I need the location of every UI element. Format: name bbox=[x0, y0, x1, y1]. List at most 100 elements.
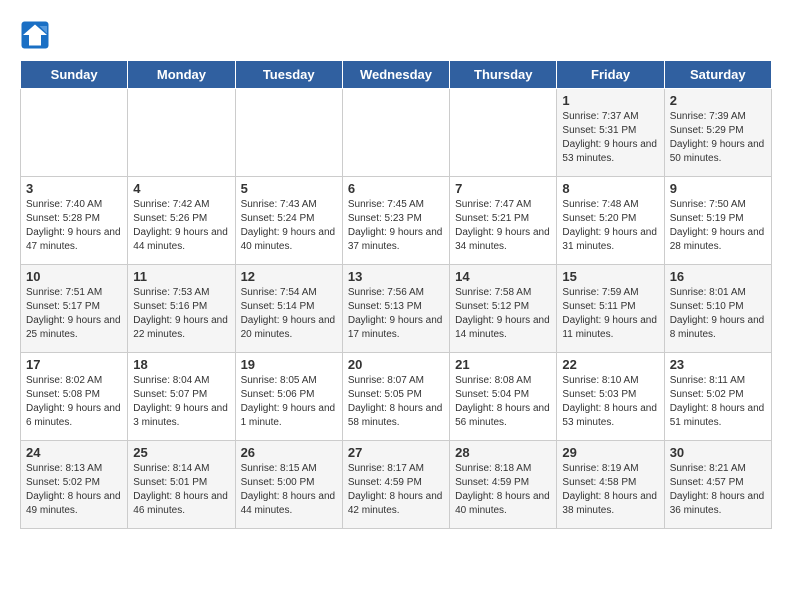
day-info: Sunrise: 7:48 AM Sunset: 5:20 PM Dayligh… bbox=[562, 198, 658, 254]
day-number: 15 bbox=[562, 269, 658, 284]
week-row-3: 10Sunrise: 7:51 AM Sunset: 5:17 PM Dayli… bbox=[21, 265, 772, 353]
day-number: 27 bbox=[348, 445, 444, 460]
header-day-wednesday: Wednesday bbox=[342, 61, 449, 89]
day-cell: 3 Sunrise: 7:40 AM Sunset: 5:28 PM Daylig… bbox=[21, 177, 128, 265]
day-cell: 29 Sunrise: 8:19 AM Sunset: 4:58 PM Dayli… bbox=[557, 441, 664, 529]
day-number: 16 bbox=[670, 269, 766, 284]
day-info: Sunrise: 8:04 AM Sunset: 5:07 PM Dayligh… bbox=[133, 374, 229, 430]
header-row: SundayMondayTuesdayWednesdayThursdayFrid… bbox=[21, 61, 772, 89]
day-number: 8 bbox=[562, 181, 658, 196]
day-info: Sunrise: 7:54 AM Sunset: 5:14 PM Dayligh… bbox=[241, 286, 337, 342]
day-info: Sunrise: 8:14 AM Sunset: 5:01 PM Dayligh… bbox=[133, 462, 229, 518]
day-cell: 23 Sunrise: 8:11 AM Sunset: 5:02 PM Dayli… bbox=[664, 353, 771, 441]
day-number: 24 bbox=[26, 445, 122, 460]
day-info: Sunrise: 7:58 AM Sunset: 5:12 PM Dayligh… bbox=[455, 286, 551, 342]
day-number: 2 bbox=[670, 93, 766, 108]
day-info: Sunrise: 7:42 AM Sunset: 5:26 PM Dayligh… bbox=[133, 198, 229, 254]
day-cell: 30Sunrise: 8:21 AM Sunset: 4:57 PM Dayli… bbox=[664, 441, 771, 529]
day-number: 21 bbox=[455, 357, 551, 372]
day-cell: 21 Sunrise: 8:08 AM Sunset: 5:04 PM Dayli… bbox=[450, 353, 557, 441]
day-cell: 24Sunrise: 8:13 AM Sunset: 5:02 PM Dayli… bbox=[21, 441, 128, 529]
calendar-body: 1 Sunrise: 7:37 AM Sunset: 5:31 PM Daylig… bbox=[21, 89, 772, 529]
day-cell: 6Sunrise: 7:45 AM Sunset: 5:23 PM Daylig… bbox=[342, 177, 449, 265]
header-day-monday: Monday bbox=[128, 61, 235, 89]
day-cell: 27 Sunrise: 8:17 AM Sunset: 4:59 PM Dayli… bbox=[342, 441, 449, 529]
day-cell bbox=[235, 89, 342, 177]
day-cell: 13Sunrise: 7:56 AM Sunset: 5:13 PM Dayli… bbox=[342, 265, 449, 353]
day-info: Sunrise: 7:39 AM Sunset: 5:29 PM Dayligh… bbox=[670, 110, 766, 166]
day-cell: 12Sunrise: 7:54 AM Sunset: 5:14 PM Dayli… bbox=[235, 265, 342, 353]
day-cell: 18 Sunrise: 8:04 AM Sunset: 5:07 PM Dayli… bbox=[128, 353, 235, 441]
calendar-header: SundayMondayTuesdayWednesdayThursdayFrid… bbox=[21, 61, 772, 89]
day-number: 17 bbox=[26, 357, 122, 372]
logo bbox=[20, 20, 52, 50]
page-header bbox=[20, 20, 772, 50]
day-number: 7 bbox=[455, 181, 551, 196]
day-number: 23 bbox=[670, 357, 766, 372]
day-number: 3 bbox=[26, 181, 122, 196]
day-info: Sunrise: 8:05 AM Sunset: 5:06 PM Dayligh… bbox=[241, 374, 337, 430]
day-number: 14 bbox=[455, 269, 551, 284]
day-info: Sunrise: 7:53 AM Sunset: 5:16 PM Dayligh… bbox=[133, 286, 229, 342]
day-info: Sunrise: 8:18 AM Sunset: 4:59 PM Dayligh… bbox=[455, 462, 551, 518]
week-row-5: 24Sunrise: 8:13 AM Sunset: 5:02 PM Dayli… bbox=[21, 441, 772, 529]
day-info: Sunrise: 7:43 AM Sunset: 5:24 PM Dayligh… bbox=[241, 198, 337, 254]
day-cell: 4 Sunrise: 7:42 AM Sunset: 5:26 PM Daylig… bbox=[128, 177, 235, 265]
day-cell bbox=[450, 89, 557, 177]
day-number: 5 bbox=[241, 181, 337, 196]
header-day-thursday: Thursday bbox=[450, 61, 557, 89]
day-number: 22 bbox=[562, 357, 658, 372]
day-info: Sunrise: 7:45 AM Sunset: 5:23 PM Dayligh… bbox=[348, 198, 444, 254]
day-info: Sunrise: 7:40 AM Sunset: 5:28 PM Dayligh… bbox=[26, 198, 122, 254]
header-day-tuesday: Tuesday bbox=[235, 61, 342, 89]
day-info: Sunrise: 7:56 AM Sunset: 5:13 PM Dayligh… bbox=[348, 286, 444, 342]
day-cell: 1 Sunrise: 7:37 AM Sunset: 5:31 PM Daylig… bbox=[557, 89, 664, 177]
day-number: 26 bbox=[241, 445, 337, 460]
day-cell: 20 Sunrise: 8:07 AM Sunset: 5:05 PM Dayli… bbox=[342, 353, 449, 441]
day-info: Sunrise: 8:11 AM Sunset: 5:02 PM Dayligh… bbox=[670, 374, 766, 430]
day-number: 9 bbox=[670, 181, 766, 196]
day-number: 11 bbox=[133, 269, 229, 284]
day-info: Sunrise: 8:19 AM Sunset: 4:58 PM Dayligh… bbox=[562, 462, 658, 518]
day-info: Sunrise: 8:01 AM Sunset: 5:10 PM Dayligh… bbox=[670, 286, 766, 342]
day-cell: 11 Sunrise: 7:53 AM Sunset: 5:16 PM Dayli… bbox=[128, 265, 235, 353]
day-cell: 5 Sunrise: 7:43 AM Sunset: 5:24 PM Daylig… bbox=[235, 177, 342, 265]
day-info: Sunrise: 8:17 AM Sunset: 4:59 PM Dayligh… bbox=[348, 462, 444, 518]
day-info: Sunrise: 8:07 AM Sunset: 5:05 PM Dayligh… bbox=[348, 374, 444, 430]
day-cell: 16 Sunrise: 8:01 AM Sunset: 5:10 PM Dayli… bbox=[664, 265, 771, 353]
week-row-1: 1 Sunrise: 7:37 AM Sunset: 5:31 PM Daylig… bbox=[21, 89, 772, 177]
day-number: 1 bbox=[562, 93, 658, 108]
day-cell: 17 Sunrise: 8:02 AM Sunset: 5:08 PM Dayli… bbox=[21, 353, 128, 441]
day-number: 29 bbox=[562, 445, 658, 460]
day-number: 20 bbox=[348, 357, 444, 372]
day-number: 19 bbox=[241, 357, 337, 372]
day-number: 30 bbox=[670, 445, 766, 460]
header-day-saturday: Saturday bbox=[664, 61, 771, 89]
day-info: Sunrise: 7:37 AM Sunset: 5:31 PM Dayligh… bbox=[562, 110, 658, 166]
day-number: 18 bbox=[133, 357, 229, 372]
day-cell bbox=[342, 89, 449, 177]
day-cell: 28Sunrise: 8:18 AM Sunset: 4:59 PM Dayli… bbox=[450, 441, 557, 529]
day-cell: 19 Sunrise: 8:05 AM Sunset: 5:06 PM Dayli… bbox=[235, 353, 342, 441]
day-cell: 2 Sunrise: 7:39 AM Sunset: 5:29 PM Daylig… bbox=[664, 89, 771, 177]
day-cell: 22 Sunrise: 8:10 AM Sunset: 5:03 PM Dayli… bbox=[557, 353, 664, 441]
day-cell: 26 Sunrise: 8:15 AM Sunset: 5:00 PM Dayli… bbox=[235, 441, 342, 529]
day-info: Sunrise: 7:47 AM Sunset: 5:21 PM Dayligh… bbox=[455, 198, 551, 254]
day-cell: 7 Sunrise: 7:47 AM Sunset: 5:21 PM Daylig… bbox=[450, 177, 557, 265]
day-info: Sunrise: 8:08 AM Sunset: 5:04 PM Dayligh… bbox=[455, 374, 551, 430]
day-info: Sunrise: 8:15 AM Sunset: 5:00 PM Dayligh… bbox=[241, 462, 337, 518]
week-row-4: 17 Sunrise: 8:02 AM Sunset: 5:08 PM Dayli… bbox=[21, 353, 772, 441]
header-day-sunday: Sunday bbox=[21, 61, 128, 89]
day-number: 4 bbox=[133, 181, 229, 196]
day-cell: 9 Sunrise: 7:50 AM Sunset: 5:19 PM Daylig… bbox=[664, 177, 771, 265]
day-cell bbox=[128, 89, 235, 177]
day-cell: 14 Sunrise: 7:58 AM Sunset: 5:12 PM Dayli… bbox=[450, 265, 557, 353]
day-info: Sunrise: 8:02 AM Sunset: 5:08 PM Dayligh… bbox=[26, 374, 122, 430]
day-info: Sunrise: 8:10 AM Sunset: 5:03 PM Dayligh… bbox=[562, 374, 658, 430]
day-info: Sunrise: 7:51 AM Sunset: 5:17 PM Dayligh… bbox=[26, 286, 122, 342]
day-info: Sunrise: 7:50 AM Sunset: 5:19 PM Dayligh… bbox=[670, 198, 766, 254]
day-info: Sunrise: 7:59 AM Sunset: 5:11 PM Dayligh… bbox=[562, 286, 658, 342]
week-row-2: 3 Sunrise: 7:40 AM Sunset: 5:28 PM Daylig… bbox=[21, 177, 772, 265]
day-cell: 15 Sunrise: 7:59 AM Sunset: 5:11 PM Dayli… bbox=[557, 265, 664, 353]
calendar-table: SundayMondayTuesdayWednesdayThursdayFrid… bbox=[20, 60, 772, 529]
